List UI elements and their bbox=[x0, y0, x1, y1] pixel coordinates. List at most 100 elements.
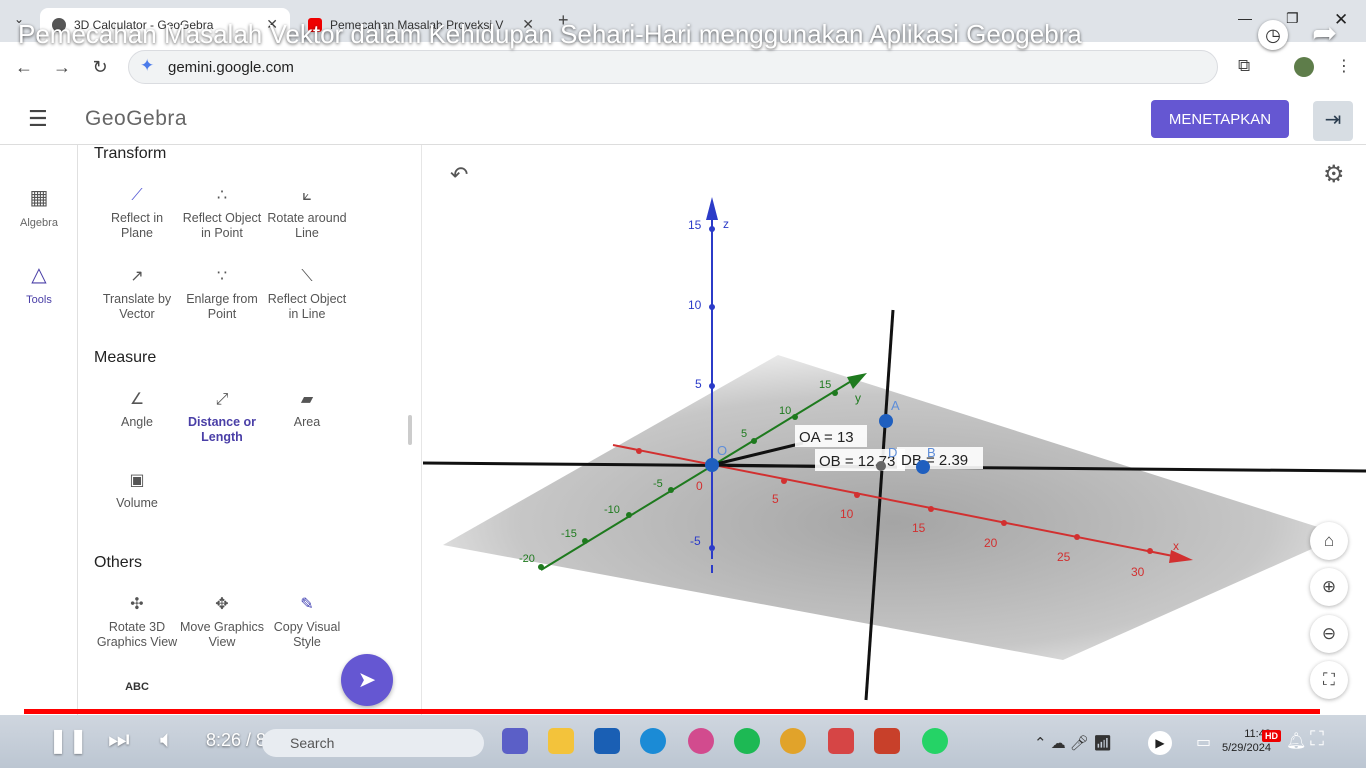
tool-enlarge-from-point[interactable]: ∵ Enlarge from Point bbox=[179, 262, 265, 322]
volume-icon[interactable]: 🔈︎ bbox=[160, 726, 174, 754]
set-button[interactable]: MENETAPKAN bbox=[1151, 100, 1289, 138]
z-tick-label: 10 bbox=[688, 298, 702, 312]
edge-icon[interactable] bbox=[640, 728, 666, 754]
x-tick-label: 30 bbox=[1131, 565, 1145, 579]
forward-icon[interactable]: → bbox=[52, 57, 72, 78]
point-a[interactable] bbox=[879, 414, 893, 428]
pause-icon[interactable]: ❚❚ bbox=[48, 726, 88, 755]
point-origin-label: O bbox=[717, 443, 727, 458]
hd-badge: HD bbox=[1262, 730, 1281, 742]
tool-translate-by-vector[interactable]: ↗ Translate by Vector bbox=[94, 262, 180, 322]
photos-icon[interactable] bbox=[688, 728, 714, 754]
fullscreen-icon[interactable]: ⛶ bbox=[1310, 661, 1348, 699]
video-title[interactable]: Pemecahan Masalah Vektor dalam Kehidupan… bbox=[18, 19, 1082, 50]
zoom-in-icon[interactable]: ⊕ bbox=[1310, 568, 1348, 606]
file-explorer-icon[interactable] bbox=[548, 728, 574, 754]
point-origin[interactable] bbox=[705, 458, 719, 472]
profile-avatar[interactable] bbox=[1294, 57, 1314, 77]
system-tray[interactable]: ⌃ ☁ 🎤︎ 📶︎ bbox=[1034, 734, 1112, 752]
tools-scrollbar[interactable] bbox=[408, 415, 412, 445]
chrome-icon[interactable] bbox=[780, 728, 806, 754]
share-icon[interactable]: ➦ bbox=[1312, 16, 1337, 51]
tool-volume[interactable]: ▣ Volume bbox=[94, 466, 180, 511]
tool-rotate-around-line[interactable]: ⟀ Rotate around Line bbox=[264, 181, 350, 241]
side-rail bbox=[0, 145, 78, 715]
menu-icon[interactable]: ⋮ bbox=[1336, 56, 1352, 76]
tool-angle[interactable]: ∠ Angle bbox=[94, 385, 180, 430]
y-tick bbox=[668, 487, 674, 493]
tool-rotate-3d-graphics-view[interactable]: ✣ Rotate 3D Graphics View bbox=[94, 590, 180, 650]
y-tick-label: -20 bbox=[519, 553, 535, 565]
y-tick bbox=[792, 414, 798, 420]
tool-distance-or-length[interactable]: ⤢ Distance or Length bbox=[179, 385, 265, 445]
rail-algebra-label[interactable]: Algebra bbox=[0, 217, 78, 229]
section-title-measure: Measure bbox=[94, 349, 157, 366]
minimize-icon[interactable]: — bbox=[1238, 10, 1252, 26]
graphics-3d-canvas[interactable]: 15 10 5 -5 z 5 10 15 20 25 30 x 0 5 10 1… bbox=[423, 145, 1366, 715]
restore-icon[interactable]: ❐ bbox=[1286, 10, 1299, 27]
autoplay-icon[interactable]: ▶ bbox=[1148, 731, 1172, 755]
z-tick-5 bbox=[709, 383, 715, 389]
home-icon[interactable]: ⌂ bbox=[1310, 522, 1348, 560]
y-tick-label: -5 bbox=[653, 478, 663, 490]
zoom-out-icon[interactable]: ⊖ bbox=[1310, 615, 1348, 653]
extensions-icon[interactable]: ⧉ bbox=[1238, 56, 1250, 76]
spotify-icon[interactable] bbox=[734, 728, 760, 754]
reflect-point-icon: ∴ bbox=[216, 187, 228, 204]
notification-bell-icon[interactable]: 🔔︎ bbox=[1286, 731, 1306, 751]
point-b[interactable] bbox=[916, 460, 930, 474]
back-icon[interactable]: ← bbox=[14, 57, 34, 78]
calculator-icon[interactable]: ▦ bbox=[0, 185, 78, 210]
point-b-label: B bbox=[927, 445, 936, 460]
x-tick-label: 5 bbox=[772, 492, 779, 506]
camera-icon[interactable] bbox=[828, 728, 854, 754]
next-icon[interactable]: ⏭ bbox=[108, 726, 130, 754]
sign-in-icon[interactable]: ⇥ bbox=[1313, 101, 1353, 141]
reload-icon[interactable]: ↻ bbox=[90, 57, 110, 78]
watch-later-icon[interactable]: ◷ bbox=[1258, 20, 1288, 50]
rail-tools-label[interactable]: Tools bbox=[0, 294, 78, 306]
rotate-line-icon: ⟀ bbox=[302, 187, 312, 204]
y-tick bbox=[626, 512, 632, 518]
settings-gear-icon[interactable]: ⚙ bbox=[1323, 160, 1345, 189]
x-tick-label: 10 bbox=[840, 507, 854, 521]
label-oa[interactable]: OA = 13 bbox=[799, 429, 854, 446]
subtitles-icon[interactable]: ▭ bbox=[1196, 732, 1211, 752]
teams-icon[interactable] bbox=[502, 728, 528, 754]
fullscreen-player-icon[interactable]: ⛶ bbox=[1310, 728, 1324, 751]
powerpoint-icon[interactable] bbox=[874, 728, 900, 754]
section-title-transform: Transform bbox=[94, 145, 167, 162]
y-tick bbox=[832, 390, 838, 396]
tools-icon[interactable]: △ bbox=[0, 262, 78, 287]
store-icon[interactable] bbox=[594, 728, 620, 754]
pointer-fab-button[interactable]: ➤ bbox=[341, 654, 393, 706]
z-axis-label: z bbox=[723, 217, 729, 231]
y-tick-label: 10 bbox=[779, 405, 791, 417]
y-tick bbox=[538, 564, 544, 570]
progress-fill[interactable] bbox=[24, 709, 1320, 714]
gemini-icon: ✦ bbox=[140, 56, 155, 75]
tool-move-graphics-view[interactable]: ✥ Move Graphics View bbox=[179, 590, 265, 650]
tool-area[interactable]: ▰ Area bbox=[264, 385, 350, 430]
z-tick-label: 5 bbox=[695, 377, 702, 391]
tool-reflect-object-in-line[interactable]: ⟍ Reflect Object in Line bbox=[264, 262, 350, 322]
tool-reflect-in-plane[interactable]: ⟋ Reflect in Plane bbox=[94, 181, 180, 241]
z-tick-label: -5 bbox=[690, 534, 701, 548]
point-d-label: D bbox=[888, 445, 897, 460]
undo-icon[interactable]: ↶ bbox=[450, 162, 468, 188]
tool-reflect-object-in-point[interactable]: ∴ Reflect Object in Point bbox=[179, 181, 265, 241]
y-tick-label: 5 bbox=[741, 428, 747, 440]
tool-copy-visual-style[interactable]: ✎ Copy Visual Style bbox=[264, 590, 350, 650]
y-tick bbox=[751, 438, 757, 444]
hamburger-icon[interactable]: ☰ bbox=[28, 106, 48, 132]
reflect-line-icon: ⟍ bbox=[301, 268, 313, 285]
x-tick-label: 15 bbox=[912, 521, 926, 535]
y-tick-label: -10 bbox=[604, 504, 620, 516]
point-d[interactable] bbox=[876, 461, 886, 471]
taskbar-search[interactable]: Search bbox=[262, 729, 484, 757]
tool-text[interactable]: ABC bbox=[94, 672, 180, 702]
graphics-3d-view[interactable]: 15 10 5 -5 z 5 10 15 20 25 30 x 0 5 10 1… bbox=[423, 145, 1366, 715]
whatsapp-icon[interactable] bbox=[922, 728, 948, 754]
y-tick-label: 15 bbox=[819, 379, 831, 391]
url-text[interactable]: gemini.google.com bbox=[168, 59, 294, 76]
